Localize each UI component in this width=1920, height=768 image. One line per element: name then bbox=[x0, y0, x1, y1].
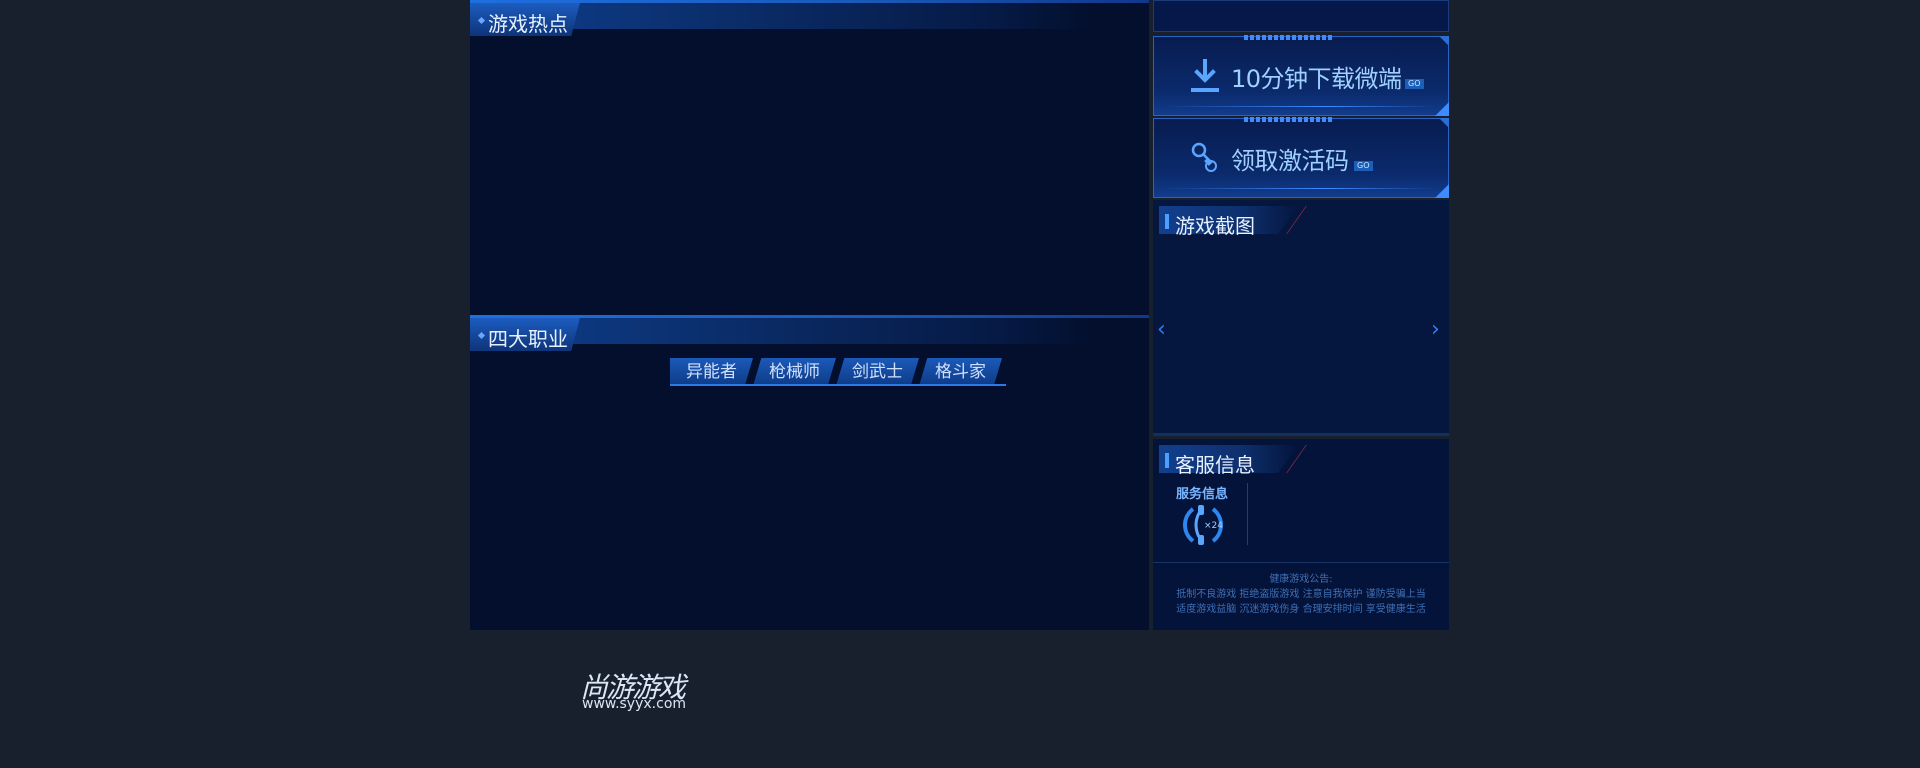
chevron-right-icon[interactable]: › bbox=[1431, 319, 1445, 341]
download-client-button[interactable]: 10分钟下载微端 GO bbox=[1153, 35, 1449, 116]
service-title: 客服信息 bbox=[1175, 453, 1255, 477]
phone-24h-icon[interactable]: ×24 bbox=[1179, 501, 1227, 549]
hot-news-header: 游戏热点 bbox=[470, 0, 1149, 38]
health-notice-line-2: 适度游戏益脑 沉迷游戏伤身 合理安排时间 享受健康生活 bbox=[1176, 604, 1426, 615]
decor-dashes bbox=[1244, 117, 1334, 122]
tab-class-2[interactable]: 枪械师 bbox=[753, 358, 836, 386]
right-top-box bbox=[1153, 0, 1449, 32]
decor-dashes bbox=[1244, 35, 1334, 40]
download-icon bbox=[1191, 59, 1219, 92]
gallery-title: 游戏截图 bbox=[1175, 214, 1255, 238]
right-column: 10分钟下载微端 GO 领取激活码 GO 游戏截图 ‹ › 客服信息 服务信息 bbox=[1153, 0, 1449, 630]
decor-corner bbox=[1439, 36, 1449, 46]
tab-class-4[interactable]: 格斗家 bbox=[919, 358, 1002, 386]
divider bbox=[1153, 562, 1449, 563]
header-bar bbox=[1165, 214, 1169, 229]
classes-title: 四大职业 bbox=[488, 327, 568, 351]
class-tabs: 异能者 枪械师 剑武士 格斗家 bbox=[670, 358, 1002, 386]
decor-corner bbox=[1435, 184, 1449, 198]
chevron-left-icon[interactable]: ‹ bbox=[1157, 319, 1171, 341]
customer-service-panel: 客服信息 服务信息 ×24 健康游戏公告: 抵制不良游戏 拒绝盗版游戏 注意自我… bbox=[1153, 439, 1449, 630]
health-notice: 健康游戏公告: 抵制不良游戏 拒绝盗版游戏 注意自我保护 谨防受骗上当 适度游戏… bbox=[1153, 572, 1449, 617]
get-activation-code-button[interactable]: 领取激活码 GO bbox=[1153, 117, 1449, 198]
tab-class-1[interactable]: 异能者 bbox=[670, 358, 753, 386]
syyx-logo[interactable]: 尚游游戏 www.syyx.com bbox=[580, 666, 700, 716]
service-info-label: 服务信息 bbox=[1176, 487, 1229, 502]
tab-class-3[interactable]: 剑武士 bbox=[836, 358, 919, 386]
classes-header: 四大职业 bbox=[470, 315, 1149, 353]
class-tabs-underline bbox=[670, 384, 1006, 386]
screenshot-gallery: 游戏截图 ‹ › bbox=[1153, 200, 1449, 436]
logo-url: www.syyx.com bbox=[582, 696, 687, 712]
header-bar bbox=[1165, 453, 1169, 468]
download-client-label: 10分钟下载微端 bbox=[1231, 65, 1402, 93]
go-badge: GO bbox=[1405, 79, 1424, 89]
decor-corner bbox=[1439, 118, 1449, 128]
decor-corner bbox=[1435, 102, 1449, 116]
activation-code-label: 领取激活码 bbox=[1231, 147, 1349, 175]
go-badge: GO bbox=[1354, 161, 1373, 171]
health-notice-line-1: 抵制不良游戏 拒绝盗版游戏 注意自我保护 谨防受骗上当 bbox=[1176, 589, 1426, 600]
health-notice-title: 健康游戏公告: bbox=[1269, 574, 1333, 585]
decor-line bbox=[1164, 188, 1434, 189]
main-panel: 游戏热点 四大职业 异能者 枪械师 剑武士 格斗家 bbox=[470, 0, 1149, 630]
decor-line bbox=[1164, 106, 1434, 107]
key-icon bbox=[1191, 142, 1217, 172]
divider bbox=[1247, 483, 1248, 545]
phone-24h-text: ×24 bbox=[1204, 521, 1223, 531]
hot-news-title: 游戏热点 bbox=[488, 12, 568, 36]
